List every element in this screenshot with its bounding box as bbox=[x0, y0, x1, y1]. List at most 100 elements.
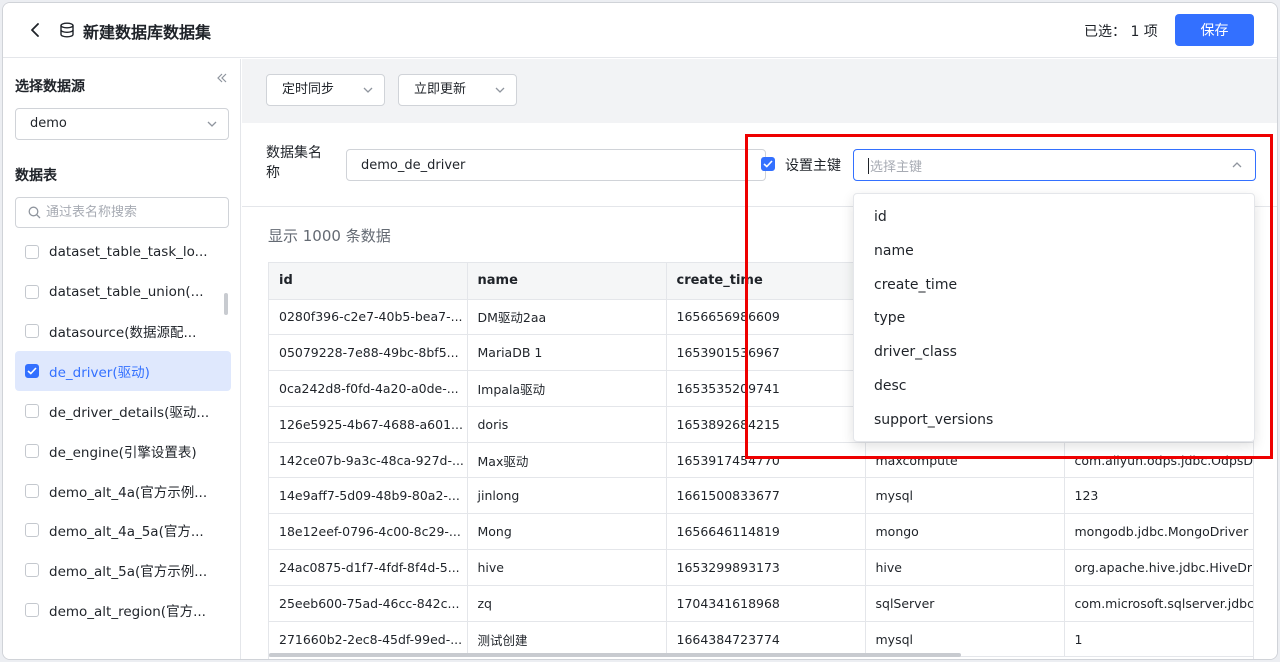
sidebar-scrollbar[interactable] bbox=[224, 293, 228, 315]
table-search-input[interactable] bbox=[46, 200, 222, 225]
checkbox-checked-icon bbox=[761, 157, 775, 171]
back-icon[interactable] bbox=[23, 18, 47, 42]
primary-key-option[interactable]: type bbox=[854, 301, 1254, 335]
collapse-icon[interactable] bbox=[215, 71, 229, 85]
table-cell: mongo bbox=[865, 513, 1065, 551]
primary-key-option[interactable]: create_time bbox=[854, 268, 1254, 302]
checkbox[interactable] bbox=[25, 483, 39, 498]
row-count-text: 显示 1000 条数据 bbox=[268, 227, 391, 245]
column-header: create_time bbox=[666, 263, 866, 300]
scheduled-sync-label: 定时同步 bbox=[282, 82, 335, 97]
checkbox[interactable] bbox=[25, 563, 39, 578]
checkbox[interactable] bbox=[25, 324, 39, 339]
primary-key-select[interactable]: 选择主键 bbox=[853, 149, 1256, 181]
table-row: 271660b2-2ec8-45df-99ed-... 测试创建 166438472… bbox=[269, 621, 1253, 658]
save-button[interactable]: 保存 bbox=[1175, 14, 1254, 46]
sidebar: 选择数据源 demo 数据表 dataset_table_task_lo...d… bbox=[3, 59, 241, 659]
checkbox[interactable] bbox=[25, 284, 39, 299]
table-cell: 123 bbox=[1064, 477, 1253, 515]
table-cell: mongodb.jdbc.MongoDriver bbox=[1064, 513, 1253, 551]
checkbox[interactable] bbox=[25, 523, 39, 538]
chevron-down-icon bbox=[495, 87, 505, 93]
table-list-item-label: demo_alt_5a(官方示例... bbox=[49, 564, 208, 581]
checkbox[interactable] bbox=[25, 603, 39, 618]
table-row: 14e9aff7-5d09-48b9-80a2-... jinlong 166150… bbox=[269, 477, 1253, 515]
dataset-name-label: 数据集名称 bbox=[266, 145, 322, 181]
checkbox-checked-icon[interactable] bbox=[25, 364, 39, 379]
table-cell: zq bbox=[467, 585, 667, 622]
table-cell: 1664384723774 bbox=[666, 621, 866, 658]
table-cell: 1661500833677 bbox=[666, 477, 866, 515]
scheduled-sync-dropdown[interactable]: 定时同步 bbox=[266, 74, 385, 106]
primary-key-option[interactable]: support_versions bbox=[854, 403, 1254, 437]
table-cell: 1 bbox=[1064, 621, 1253, 658]
table-list-item-label: dataset_table_union(... bbox=[49, 283, 204, 300]
table-search bbox=[15, 197, 229, 228]
datasource-select[interactable]: demo bbox=[15, 108, 229, 140]
primary-key-option[interactable]: driver_class bbox=[854, 335, 1254, 369]
table-cell: 1656646114819 bbox=[666, 513, 866, 551]
update-now-label: 立即更新 bbox=[414, 82, 467, 97]
table-cell: 24ac0875-d1f7-4fdf-8f4d-5... bbox=[269, 549, 468, 586]
table-cell: Impala驱动 bbox=[467, 370, 667, 407]
database-icon bbox=[57, 20, 77, 40]
search-icon bbox=[28, 206, 41, 219]
table-list-item[interactable]: demo_alt_4a(官方示例... bbox=[15, 471, 231, 511]
table-cell: hive bbox=[467, 549, 667, 586]
primary-key-option[interactable]: id bbox=[854, 200, 1254, 234]
checkbox[interactable] bbox=[25, 404, 39, 419]
page-title: 新建数据库数据集 bbox=[83, 23, 212, 42]
table-list-item-label: de_driver_details(驱动... bbox=[49, 405, 210, 422]
table-cell: 14e9aff7-5d09-48b9-80a2-... bbox=[269, 477, 468, 515]
datasource-title: 选择数据源 bbox=[15, 79, 85, 95]
tables-title: 数据表 bbox=[15, 168, 57, 184]
primary-key-option[interactable]: desc bbox=[854, 369, 1254, 403]
table-cell: DM驱动2aa bbox=[467, 299, 667, 336]
table-list-item[interactable]: de_engine(引擎设置表) bbox=[15, 431, 231, 471]
table-cell: 1653535209741 bbox=[666, 370, 866, 407]
chevron-up-icon bbox=[1232, 162, 1242, 168]
table-list-item-label: de_driver(驱动) bbox=[49, 365, 150, 382]
table-cell: sqlServer bbox=[865, 585, 1065, 622]
primary-key-checkbox[interactable] bbox=[761, 157, 775, 171]
table-list-item-label: demo_alt_4a_5a(官方... bbox=[49, 524, 204, 541]
table-list: dataset_table_task_lo... dataset_table_un… bbox=[15, 232, 231, 652]
table-row: 142ce07b-9a3c-48ca-927d-... Max驱动 16539174… bbox=[269, 442, 1253, 479]
table-cell: 1653892684215 bbox=[666, 406, 866, 443]
table-cell: mysql bbox=[865, 477, 1065, 515]
table-list-item-label: demo_alt_4a(官方示例... bbox=[49, 484, 208, 501]
table-row: 24ac0875-d1f7-4fdf-8f4d-5... hive 16532998… bbox=[269, 549, 1253, 586]
dataset-name-input[interactable] bbox=[346, 149, 766, 181]
update-now-dropdown[interactable]: 立即更新 bbox=[398, 74, 517, 106]
table-list-item[interactable]: datasource(数据源配... bbox=[15, 312, 231, 352]
table-cell: 1656656986609 bbox=[666, 299, 866, 336]
table-cell: 271660b2-2ec8-45df-99ed-... bbox=[269, 621, 468, 658]
table-cell: 1653917454770 bbox=[666, 442, 866, 479]
table-cell: 126e5925-4b67-4688-a601... bbox=[269, 406, 468, 443]
column-header: name bbox=[467, 263, 667, 300]
table-list-item-label: de_engine(引擎设置表) bbox=[49, 444, 197, 461]
checkbox[interactable] bbox=[25, 443, 39, 458]
table-cell: Max驱动 bbox=[467, 442, 667, 479]
table-list-item[interactable]: demo_alt_4a_5a(官方... bbox=[15, 511, 231, 551]
table-row: 18e12eef-0796-4c00-8c29-... Mong 165664611… bbox=[269, 513, 1253, 551]
table-list-item[interactable]: demo_alt_5a(官方示例... bbox=[15, 550, 231, 590]
table-list-item[interactable]: dataset_table_task_lo... bbox=[15, 232, 231, 272]
chevron-down-icon bbox=[363, 87, 373, 93]
text-cursor bbox=[868, 158, 869, 174]
table-cell: 142ce07b-9a3c-48ca-927d-... bbox=[269, 442, 468, 479]
table-list-item[interactable]: de_driver_details(驱动... bbox=[15, 391, 231, 431]
table-list-item[interactable]: dataset_table_union(... bbox=[15, 272, 231, 312]
header: 新建数据库数据集 已选： 1 项 保存 bbox=[3, 3, 1277, 58]
table-cell: org.apache.hive.jdbc.HiveDri... bbox=[1064, 549, 1253, 586]
table-list-item[interactable]: demo_alt_region(官方... bbox=[15, 590, 231, 630]
selected-count: 已选： 1 项 bbox=[1084, 24, 1158, 40]
primary-key-option[interactable]: name bbox=[854, 234, 1254, 268]
table-cell: 测试创建 bbox=[467, 621, 667, 658]
table-cell: mysql bbox=[865, 621, 1065, 658]
checkbox[interactable] bbox=[25, 244, 39, 259]
table-list-item-label: datasource(数据源配... bbox=[49, 325, 197, 342]
horizontal-scrollbar[interactable] bbox=[269, 653, 961, 657]
table-list-item-label: dataset_table_task_lo... bbox=[49, 243, 208, 260]
table-list-item[interactable]: de_driver(驱动) bbox=[15, 351, 231, 392]
